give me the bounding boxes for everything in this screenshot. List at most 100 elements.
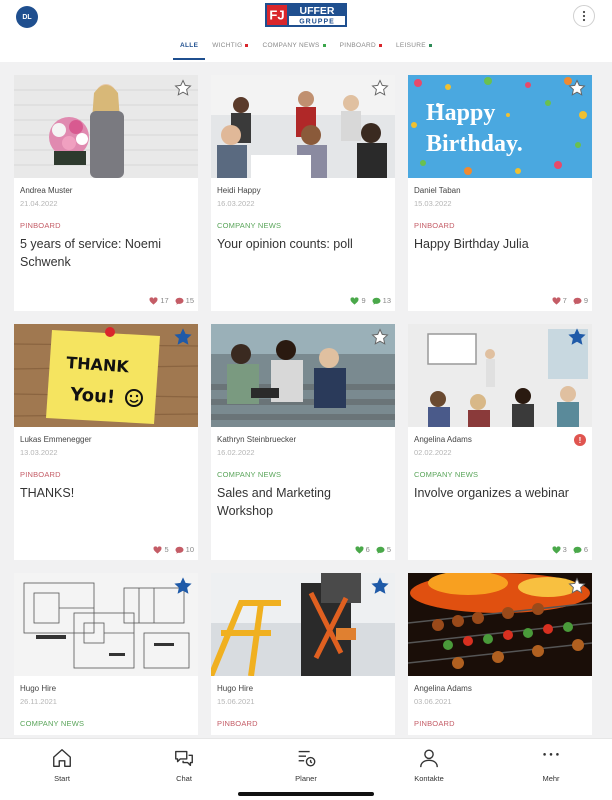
comments-count: 5 bbox=[386, 545, 391, 554]
star-icon[interactable] bbox=[174, 577, 192, 595]
news-card[interactable]: Andrea Muster 21.04.2022 PINBOARD 5 year… bbox=[14, 75, 198, 311]
card-category: COMPANY NEWS bbox=[217, 470, 282, 479]
star-icon[interactable] bbox=[568, 328, 586, 346]
likes-count: 17 bbox=[160, 296, 169, 305]
comment-icon[interactable] bbox=[372, 297, 381, 305]
logo-mark: FJ bbox=[269, 8, 284, 23]
nav-mehr[interactable]: Mehr bbox=[511, 747, 591, 783]
alert-icon: ! bbox=[574, 434, 586, 446]
students-outdoors-photo bbox=[211, 324, 395, 427]
architectural-plans-image bbox=[14, 573, 198, 676]
likes-count: 6 bbox=[365, 545, 370, 554]
team-meeting-photo bbox=[211, 75, 395, 178]
more-dots-icon bbox=[543, 753, 559, 756]
card-author: Angelina Adams bbox=[414, 684, 472, 693]
heart-icon[interactable] bbox=[149, 296, 158, 305]
news-card[interactable]: Kathryn Steinbruecker 16.02.2022 COMPANY… bbox=[211, 324, 395, 560]
news-card[interactable]: THANK You! Lukas Emmenegger 13.03.2022 P… bbox=[14, 324, 198, 560]
nav-chat[interactable]: Chat bbox=[144, 747, 224, 783]
likes-count: 7 bbox=[562, 296, 567, 305]
card-date: 02.02.2022 bbox=[414, 448, 452, 457]
heart-icon[interactable] bbox=[153, 545, 162, 554]
star-icon[interactable] bbox=[568, 577, 586, 595]
card-title: Sales and Marketing Workshop bbox=[217, 486, 331, 518]
card-title: THANKS! bbox=[20, 486, 75, 500]
logo-text-top: UFFER bbox=[300, 5, 335, 17]
tab-company-news[interactable]: COMPANY NEWS bbox=[255, 36, 332, 62]
comments-count: 10 bbox=[185, 545, 194, 554]
card-title: Your opinion counts: poll bbox=[217, 237, 353, 251]
card-date: 16.02.2022 bbox=[217, 448, 255, 457]
likes-count: 9 bbox=[361, 296, 366, 305]
news-card[interactable]: ! Angelina Adams 02.02.2022 COMPANY NEWS… bbox=[408, 324, 592, 560]
star-icon[interactable] bbox=[568, 79, 586, 97]
card-stats: 6 5 bbox=[355, 545, 391, 554]
heart-icon[interactable] bbox=[350, 296, 359, 305]
heart-icon[interactable] bbox=[355, 545, 364, 554]
happy-birthday-confetti-image: Happy Birthday. bbox=[408, 75, 592, 178]
card-category: PINBOARD bbox=[217, 719, 258, 728]
card-date: 03.06.2021 bbox=[414, 697, 452, 706]
avatar[interactable]: DL bbox=[16, 6, 38, 28]
nav-label: Mehr bbox=[542, 774, 560, 783]
nav-planer[interactable]: Planer bbox=[266, 747, 346, 783]
comment-icon[interactable] bbox=[573, 297, 582, 305]
star-icon[interactable] bbox=[371, 577, 389, 595]
star-icon[interactable] bbox=[371, 328, 389, 346]
planner-icon bbox=[298, 750, 316, 767]
tab-wichtig[interactable]: WICHTIG bbox=[205, 36, 255, 62]
star-icon[interactable] bbox=[174, 79, 192, 97]
options-menu-button[interactable] bbox=[573, 5, 595, 27]
tab-color-dot bbox=[379, 43, 383, 47]
card-stats: 3 6 bbox=[552, 545, 588, 554]
likes-count: 5 bbox=[164, 545, 169, 554]
card-author: Daniel Taban bbox=[414, 186, 461, 195]
card-date: 26.11.2021 bbox=[20, 697, 57, 706]
card-stats: 5 10 bbox=[153, 545, 194, 554]
image-text: You! bbox=[69, 384, 116, 408]
comments-count: 15 bbox=[185, 296, 194, 305]
chat-icon bbox=[175, 750, 193, 767]
card-category: PINBOARD bbox=[20, 221, 61, 230]
card-date: 15.03.2022 bbox=[414, 199, 452, 208]
comments-count: 13 bbox=[382, 296, 391, 305]
heart-icon[interactable] bbox=[552, 545, 561, 554]
heart-icon[interactable] bbox=[552, 296, 561, 305]
card-category: PINBOARD bbox=[414, 719, 455, 728]
comment-icon[interactable] bbox=[376, 546, 385, 554]
card-category: COMPANY NEWS bbox=[20, 719, 85, 728]
comment-icon[interactable] bbox=[175, 546, 184, 554]
news-card[interactable]: Hugo Hire 15.06.2021 PINBOARD bbox=[211, 573, 395, 735]
tab-pinboard[interactable]: PINBOARD bbox=[333, 36, 389, 62]
card-category: COMPANY NEWS bbox=[217, 221, 282, 230]
contacts-icon bbox=[420, 749, 438, 768]
card-title: Happy Birthday Julia bbox=[414, 237, 529, 251]
card-title: Involve organizes a webinar bbox=[414, 486, 569, 500]
comment-icon[interactable] bbox=[175, 297, 184, 305]
card-date: 21.04.2022 bbox=[20, 199, 58, 208]
card-author: Kathryn Steinbruecker bbox=[217, 435, 297, 444]
comment-icon[interactable] bbox=[573, 546, 582, 554]
nav-label: Kontakte bbox=[414, 774, 444, 783]
news-card[interactable]: Hugo Hire 26.11.2021 COMPANY NEWS bbox=[14, 573, 198, 735]
presentation-room-photo bbox=[408, 324, 592, 427]
card-author: Heidi Happy bbox=[217, 186, 261, 195]
home-indicator[interactable] bbox=[238, 792, 374, 796]
news-card[interactable]: Angelina Adams 03.06.2021 PINBOARD bbox=[408, 573, 592, 735]
tab-alle[interactable]: ALLE bbox=[173, 36, 206, 62]
card-title: 5 years of service: Noemi Schwenk bbox=[20, 237, 162, 269]
news-card[interactable]: Happy Birthday. Daniel Taban 15.03.2022 … bbox=[408, 75, 592, 311]
nav-start[interactable]: Start bbox=[22, 747, 102, 783]
thank-you-sticky-note-image: THANK You! bbox=[14, 324, 198, 427]
card-category: PINBOARD bbox=[414, 221, 455, 230]
tab-leisure[interactable]: LEISURE bbox=[389, 36, 439, 62]
card-stats: 7 9 bbox=[552, 296, 588, 305]
nav-label: Start bbox=[54, 774, 70, 783]
news-card[interactable]: Heidi Happy 16.03.2022 COMPANY NEWS Your… bbox=[211, 75, 395, 311]
card-category: PINBOARD bbox=[20, 470, 61, 479]
star-icon[interactable] bbox=[371, 79, 389, 97]
nav-kontakte[interactable]: Kontakte bbox=[389, 747, 469, 783]
nav-label: Chat bbox=[176, 774, 192, 783]
star-icon[interactable] bbox=[174, 328, 192, 346]
company-logo: FJ UFFER GRUPPE bbox=[265, 3, 347, 27]
